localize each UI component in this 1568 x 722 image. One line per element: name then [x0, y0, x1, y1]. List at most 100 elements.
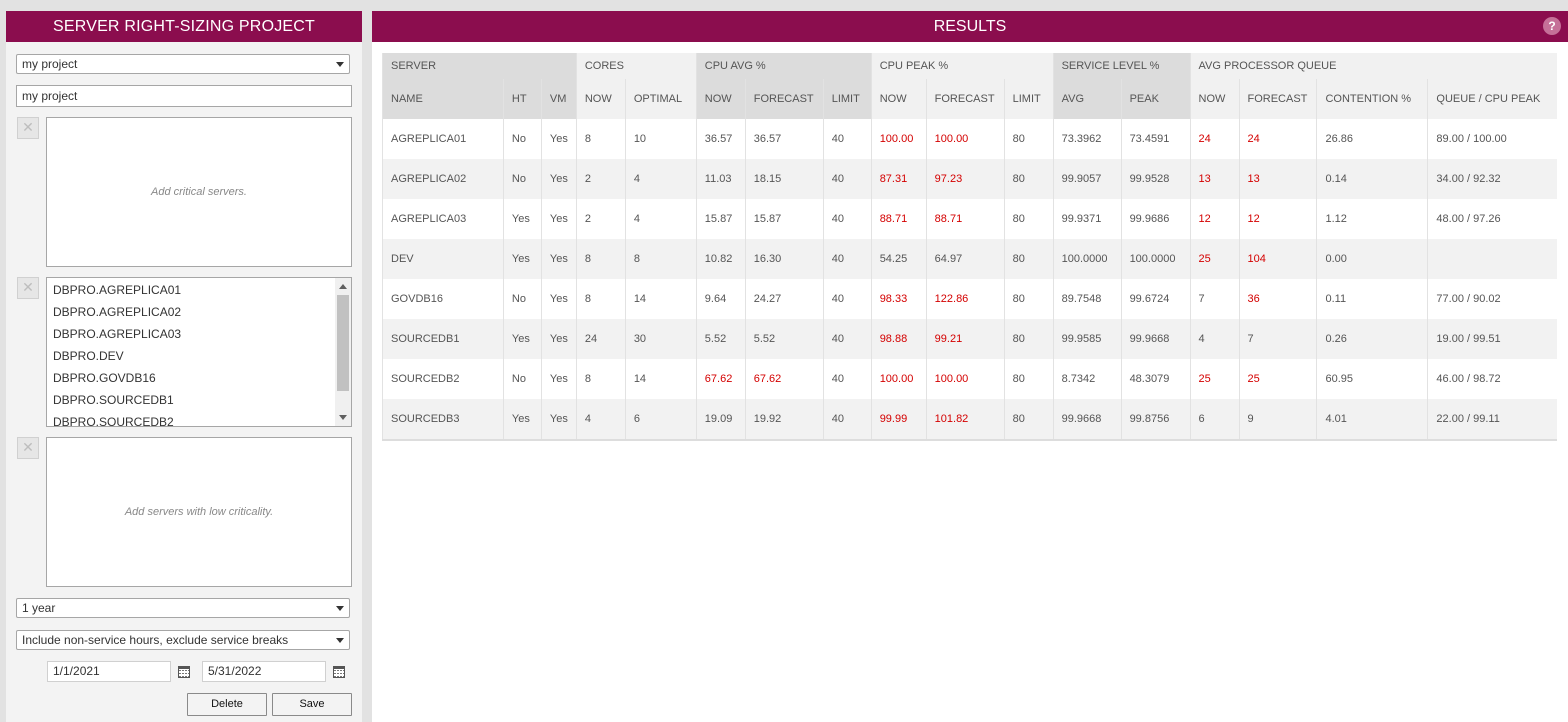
- column-header[interactable]: OPTIMAL: [624, 79, 697, 119]
- column-header[interactable]: NOW: [575, 79, 626, 119]
- table-row[interactable]: SOURCEDB3 Yes Yes 4 6 19.09 19.92 40 99.99 101.82…: [382, 399, 1557, 440]
- table-cell: 12: [1238, 199, 1317, 239]
- table-cell: SOURCEDB1: [382, 319, 504, 359]
- table-cell: 25: [1189, 359, 1239, 399]
- table-cell: Yes: [540, 279, 577, 319]
- group-header: CPU AVG %: [695, 53, 872, 79]
- table-row[interactable]: AGREPLICA01 No Yes 8 10 36.57 36.57 40 100.00 100…: [382, 119, 1557, 159]
- table-cell: 48.3079: [1120, 359, 1191, 399]
- column-header[interactable]: AVG: [1052, 79, 1122, 119]
- table-cell: 25: [1238, 359, 1317, 399]
- table-row[interactable]: SOURCEDB1 Yes Yes 24 30 5.52 5.52 40 98.88 99.21 8…: [382, 319, 1557, 359]
- project-name-input[interactable]: my project: [16, 85, 352, 107]
- help-icon[interactable]: ?: [1543, 17, 1561, 35]
- table-cell: 25: [1189, 239, 1239, 279]
- calendar-icon[interactable]: [333, 666, 345, 678]
- project-panel: SERVER RIGHT-SIZING PROJECT my project m…: [6, 11, 362, 722]
- column-header[interactable]: QUEUE / CPU PEAK: [1427, 79, 1557, 119]
- server-list-item[interactable]: DBPRO.AGREPLICA02: [47, 301, 335, 323]
- server-list[interactable]: DBPRO.AGREPLICA01 DBPRO.AGREPLICA02 DBPR…: [46, 277, 352, 427]
- table-cell: 77.00 / 90.02: [1427, 279, 1557, 319]
- column-header[interactable]: LIMIT: [822, 79, 872, 119]
- table-cell: Yes: [540, 399, 577, 440]
- table-cell: 87.31: [870, 159, 927, 199]
- table-cell: 8: [575, 359, 626, 399]
- table-cell: Yes: [540, 159, 577, 199]
- scroll-down-icon[interactable]: [339, 415, 347, 420]
- table-cell: 97.23: [925, 159, 1005, 199]
- project-select[interactable]: my project: [16, 54, 350, 74]
- end-date-input[interactable]: 5/31/2022: [202, 661, 326, 682]
- remove-server-button[interactable]: ✕: [17, 277, 39, 299]
- table-cell: 19.09: [695, 399, 746, 440]
- table-cell: 100.0000: [1052, 239, 1122, 279]
- table-cell: 6: [624, 399, 697, 440]
- table-row[interactable]: SOURCEDB2 No Yes 8 14 67.62 67.62 40 100.00 100.0…: [382, 359, 1557, 399]
- table-cell: 14: [624, 359, 697, 399]
- delete-button[interactable]: Delete: [187, 693, 267, 716]
- table-cell: 4: [1189, 319, 1239, 359]
- column-header[interactable]: NAME: [382, 79, 504, 119]
- column-header[interactable]: FORECAST: [1238, 79, 1317, 119]
- low-criticality-box[interactable]: Add servers with low criticality.: [46, 437, 352, 587]
- group-header: SERVER: [382, 53, 577, 79]
- table-cell: GOVDB16: [382, 279, 504, 319]
- table-cell: 64.97: [925, 239, 1005, 279]
- server-list-item[interactable]: DBPRO.AGREPLICA03: [47, 323, 335, 345]
- remove-low-button[interactable]: ✕: [17, 437, 39, 459]
- column-header[interactable]: FORECAST: [744, 79, 824, 119]
- table-cell: 22.00 / 99.11: [1427, 399, 1557, 440]
- table-cell: 40: [822, 159, 872, 199]
- column-header[interactable]: LIMIT: [1003, 79, 1054, 119]
- table-cell: 4: [624, 159, 697, 199]
- column-header[interactable]: NOW: [870, 79, 927, 119]
- table-row[interactable]: AGREPLICA03 Yes Yes 2 4 15.87 15.87 40 88.71 88.7…: [382, 199, 1557, 239]
- table-cell: 2: [575, 159, 626, 199]
- server-list-scrollbar[interactable]: [335, 278, 351, 426]
- table-cell: 7: [1238, 319, 1317, 359]
- table-cell: 60.95: [1316, 359, 1428, 399]
- group-header: CORES: [575, 53, 697, 79]
- critical-servers-box[interactable]: Add critical servers.: [46, 117, 352, 267]
- table-row[interactable]: DEV Yes Yes 8 8 10.82 16.30 40 54.25 64.97 80 100.0…: [382, 239, 1557, 279]
- table-cell: 1.12: [1316, 199, 1428, 239]
- table-cell: 5.52: [744, 319, 824, 359]
- hours-select[interactable]: Include non-service hours, exclude servi…: [16, 630, 350, 650]
- table-row[interactable]: GOVDB16 No Yes 8 14 9.64 24.27 40 98.33 122.86 80 8…: [382, 279, 1557, 319]
- table-cell: 100.00: [870, 359, 927, 399]
- column-header[interactable]: NOW: [695, 79, 746, 119]
- server-list-item[interactable]: DBPRO.GOVDB16: [47, 367, 335, 389]
- period-select[interactable]: 1 year: [16, 598, 350, 618]
- server-list-item[interactable]: DBPRO.SOURCEDB2: [47, 411, 335, 426]
- server-list-item[interactable]: DBPRO.DEV: [47, 345, 335, 367]
- column-header[interactable]: FORECAST: [925, 79, 1005, 119]
- scroll-thumb[interactable]: [337, 295, 349, 391]
- table-cell: 15.87: [744, 199, 824, 239]
- project-panel-title: SERVER RIGHT-SIZING PROJECT: [6, 11, 362, 42]
- start-date-input[interactable]: 1/1/2021: [47, 661, 171, 682]
- table-cell: 12: [1189, 199, 1239, 239]
- table-row[interactable]: AGREPLICA02 No Yes 2 4 11.03 18.15 40 87.31 97.23…: [382, 159, 1557, 199]
- scroll-up-icon[interactable]: [339, 284, 347, 289]
- save-button[interactable]: Save: [272, 693, 352, 716]
- column-header[interactable]: PEAK: [1120, 79, 1191, 119]
- column-header[interactable]: NOW: [1189, 79, 1239, 119]
- column-header[interactable]: CONTENTION %: [1316, 79, 1428, 119]
- table-cell: 122.86: [925, 279, 1005, 319]
- table-cell: DEV: [382, 239, 504, 279]
- group-header: SERVICE LEVEL %: [1052, 53, 1191, 79]
- remove-critical-button[interactable]: ✕: [17, 117, 39, 139]
- table-cell: 67.62: [695, 359, 746, 399]
- table-cell: 13: [1189, 159, 1239, 199]
- server-list-item[interactable]: DBPRO.AGREPLICA01: [47, 279, 335, 301]
- table-cell: [1427, 239, 1557, 279]
- calendar-icon[interactable]: [178, 666, 190, 678]
- column-header[interactable]: HT: [502, 79, 542, 119]
- table-cell: 30: [624, 319, 697, 359]
- column-header[interactable]: VM: [540, 79, 577, 119]
- results-table: SERVER CORES CPU AVG % CPU PEAK % SERVIC…: [382, 53, 1557, 441]
- table-cell: 5.52: [695, 319, 746, 359]
- table-cell: 46.00 / 98.72: [1427, 359, 1557, 399]
- server-list-item[interactable]: DBPRO.SOURCEDB1: [47, 389, 335, 411]
- results-title: RESULTS: [372, 11, 1568, 42]
